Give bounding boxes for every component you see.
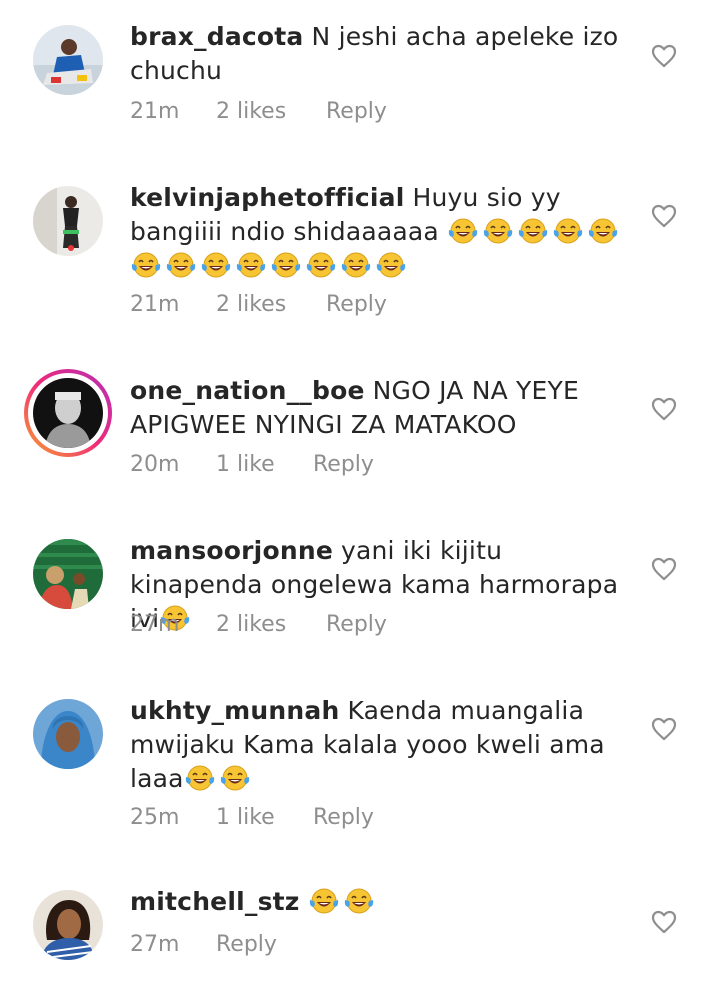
face-with-tears-of-joy-icon	[271, 252, 301, 278]
comment-meta: 20m 1 like Reply	[130, 452, 374, 477]
emoji-group	[184, 764, 254, 793]
comment-meta: 27m 2 likes Reply	[130, 612, 387, 637]
reply-button[interactable]: Reply	[216, 932, 277, 957]
comment-text: kelvinjaphetofficial Huyu sio yy bangiiii…	[130, 181, 630, 283]
comment-username[interactable]: one_nation__boe	[130, 376, 365, 405]
heart-icon[interactable]	[651, 204, 677, 228]
reply-button[interactable]: Reply	[313, 805, 374, 830]
comment-time: 25m	[130, 805, 180, 830]
avatar[interactable]	[33, 25, 103, 95]
reply-button[interactable]: Reply	[326, 99, 387, 124]
face-with-tears-of-joy-icon	[201, 252, 231, 278]
heart-icon[interactable]	[651, 44, 677, 68]
comment-meta: 25m 1 like Reply	[130, 805, 374, 830]
face-with-tears-of-joy-icon	[376, 252, 406, 278]
face-with-tears-of-joy-icon	[309, 888, 338, 914]
reply-button[interactable]: Reply	[326, 612, 387, 637]
comment-username[interactable]: kelvinjaphetofficial	[130, 183, 405, 212]
face-with-tears-of-joy-icon	[518, 218, 548, 244]
face-with-tears-of-joy-icon	[483, 218, 513, 244]
comment-meta: 21m 2 likes Reply	[130, 292, 387, 317]
face-with-tears-of-joy-icon	[306, 252, 336, 278]
face-with-tears-of-joy-icon	[448, 218, 478, 244]
comment-text: brax_dacota N jeshi acha apeleke izo chuc…	[130, 20, 630, 88]
face-with-tears-of-joy-icon	[341, 252, 371, 278]
face-with-tears-of-joy-icon	[131, 252, 161, 278]
comment-username[interactable]: mansoorjonne	[130, 536, 333, 565]
face-with-tears-of-joy-icon	[588, 218, 618, 244]
face-with-tears-of-joy-icon	[185, 765, 214, 791]
reply-button[interactable]: Reply	[313, 452, 374, 477]
face-with-tears-of-joy-icon	[344, 888, 373, 914]
comment-likes[interactable]: 2 likes	[216, 292, 326, 317]
comment-username[interactable]: brax_dacota	[130, 22, 304, 51]
avatar[interactable]	[33, 186, 103, 256]
face-with-tears-of-joy-icon	[553, 218, 583, 244]
avatar	[33, 378, 103, 448]
comment-likes[interactable]: 1 like	[216, 452, 313, 477]
avatar[interactable]	[33, 699, 103, 769]
comment-likes[interactable]: 2 likes	[216, 612, 326, 637]
comment-time: 21m	[130, 99, 180, 124]
heart-icon[interactable]	[651, 910, 677, 934]
avatar-story-ring[interactable]	[24, 369, 112, 457]
comment-text: mitchell_stz	[130, 885, 630, 919]
comment-text: one_nation__boe NGO JA NA YEYE APIGWEE NY…	[130, 374, 630, 442]
heart-icon[interactable]	[651, 557, 677, 581]
avatar[interactable]	[33, 890, 103, 960]
comment-username[interactable]: mitchell_stz	[130, 887, 300, 916]
reply-button[interactable]: Reply	[326, 292, 387, 317]
avatar[interactable]	[33, 539, 103, 609]
heart-icon[interactable]	[651, 717, 677, 741]
comment-time: 27m	[130, 612, 180, 637]
comment-meta: 21m 2 likes Reply	[130, 99, 387, 124]
comment-username[interactable]: ukhty_munnah	[130, 696, 339, 725]
heart-icon[interactable]	[651, 397, 677, 421]
comment-likes[interactable]: 1 like	[216, 805, 313, 830]
face-with-tears-of-joy-icon	[166, 252, 196, 278]
face-with-tears-of-joy-icon	[236, 252, 266, 278]
comment-meta: 27m Reply	[130, 932, 277, 957]
comment-likes[interactable]: 2 likes	[216, 99, 326, 124]
comment-time: 21m	[130, 292, 180, 317]
comment-time: 27m	[130, 932, 180, 957]
comment-text: ukhty_munnah Kaenda muangalia mwijaku Kam…	[130, 694, 630, 796]
comment-time: 20m	[130, 452, 180, 477]
emoji-group	[308, 887, 378, 916]
face-with-tears-of-joy-icon	[220, 765, 249, 791]
